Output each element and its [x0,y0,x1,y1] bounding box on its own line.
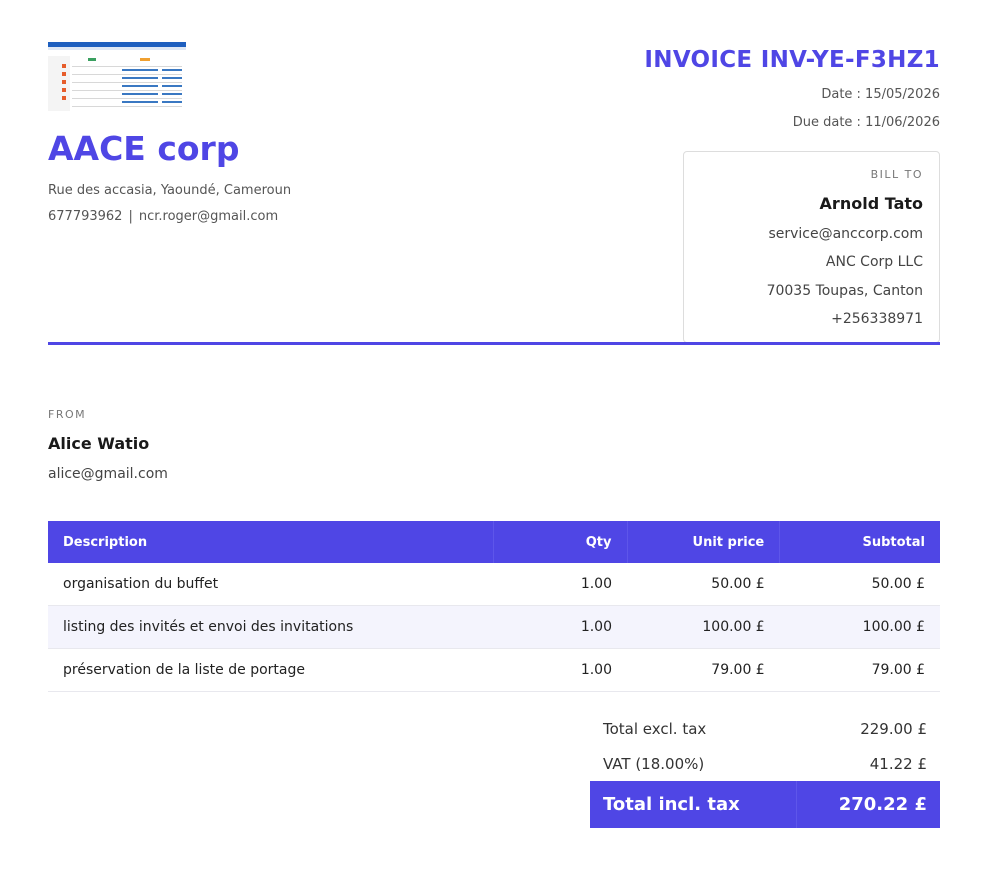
row-qty: 1.00 [493,563,627,606]
vat-row: VAT (18.00%) 41.22 £ [590,746,940,781]
company-phone: 677793962 [48,209,123,224]
bill-to-phone: +256338971 [831,311,923,327]
company-logo [48,42,186,111]
table-header-row: Description Qty Unit price Subtotal [48,521,940,563]
total-incl-tax-value: 270.22 £ [838,794,927,815]
row-unit-price: 50.00 £ [627,563,780,606]
table-row: organisation du buffet 1.00 50.00 £ 50.0… [48,563,940,606]
table-row: listing des invités et envoi des invitat… [48,605,940,649]
company-email: ncr.roger@gmail.com [138,209,279,224]
row-description: organisation du buffet [48,563,494,606]
vat-value: 41.22 £ [869,755,927,773]
row-description: préservation de la liste de portage [48,648,494,692]
bill-to-label: BILL TO [870,168,923,181]
header-subtotal: Subtotal [779,521,940,563]
row-qty: 1.00 [493,605,627,649]
company-name: AACE corp [48,129,240,168]
row-unit-price: 79.00 £ [627,648,780,692]
invoice-date: Date : 15/05/2026 [821,87,940,102]
total-incl-tax-label: Total incl. tax [603,794,740,815]
bill-to-box: BILL TO Arnold Tato service@anccorp.com … [683,151,940,343]
from-email: alice@gmail.com [48,466,168,482]
header-qty: Qty [493,521,628,563]
header-unit-price: Unit price [627,521,781,563]
row-subtotal: 79.00 £ [779,648,940,692]
total-excl-tax-value: 229.00 £ [860,720,927,738]
table-row: préservation de la liste de portage 1.00… [48,648,940,692]
bill-to-company: ANC Corp LLC [825,254,923,270]
bill-to-address: 70035 Toupas, Canton [766,283,923,299]
row-unit-price: 100.00 £ [627,605,780,649]
bill-to-email: service@anccorp.com [768,226,923,242]
invoice-due-date: Due date : 11/06/2026 [792,115,940,130]
row-subtotal: 100.00 £ [779,605,940,649]
row-qty: 1.00 [493,648,627,692]
from-label: FROM [48,408,87,421]
from-name: Alice Watio [48,434,150,453]
total-excl-tax-label: Total excl. tax [603,720,707,738]
company-contact: 677793962 | ncr.roger@gmail.com [48,209,278,224]
header-description: Description [48,521,494,563]
total-incl-tax-row: Total incl. tax 270.22 £ [590,781,940,828]
total-excl-tax-row: Total excl. tax 229.00 £ [590,711,940,746]
contact-separator: | [128,209,133,224]
invoice-title: INVOICE INV-YE-F3HZ1 [644,47,940,73]
header-divider [48,342,940,345]
bill-to-name: Arnold Tato [819,194,923,213]
company-address: Rue des accasia, Yaoundé, Cameroun [48,183,292,198]
line-items-table: Description Qty Unit price Subtotal orga… [48,521,940,692]
row-description: listing des invités et envoi des invitat… [48,605,494,649]
totals-block: Total excl. tax 229.00 £ VAT (18.00%) 41… [590,711,940,828]
vat-label: VAT (18.00%) [603,755,705,773]
row-subtotal: 50.00 £ [779,563,940,606]
